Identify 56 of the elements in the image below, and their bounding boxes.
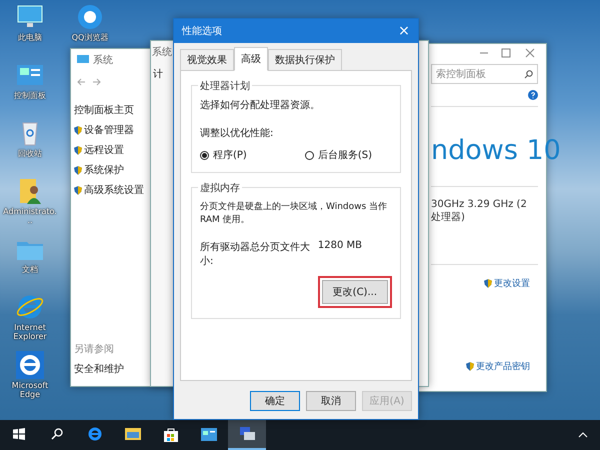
dialog-button[interactable]: 确定 [250, 391, 300, 411]
shield-icon [466, 362, 474, 372]
desktop-icon-label[interactable]: Microsoft Edge [2, 382, 58, 400]
see-also-heading: 另请参阅 [74, 342, 115, 356]
folder-icon [125, 427, 141, 441]
group-legend: 虚拟内存 [198, 181, 242, 195]
windows-logo-icon [13, 428, 25, 440]
browser-icon [75, 2, 105, 32]
sidebar-link[interactable]: 高级系统设置 [84, 183, 144, 197]
description-text: 分页文件是硬盘上的一块区域，Windows 当作 RAM 使用。 [200, 200, 388, 226]
radio-option[interactable]: 程序(P) [200, 148, 247, 162]
shield-icon [74, 126, 82, 134]
desktop-icon-label[interactable]: QQ浏览器 [72, 34, 108, 43]
window-title: 系统 [152, 46, 172, 59]
dialog-button[interactable]: 取消 [306, 391, 356, 411]
edge-browser-icon [88, 427, 102, 441]
processor-info: 30GHz 3.29 GHz (2 处理器) [431, 199, 528, 224]
radio-button[interactable] [304, 150, 314, 160]
search-field[interactable]: 索控制面板 [431, 64, 538, 84]
shopping-bag-icon [164, 426, 178, 442]
shield-icon [74, 186, 82, 194]
search-icon [51, 428, 63, 440]
prompt-text: 调整以优化性能: [200, 126, 274, 140]
radio-button[interactable] [200, 150, 209, 160]
shield-icon [484, 279, 492, 288]
tab[interactable]: 高级 [234, 47, 268, 71]
tab[interactable]: 数据执行保护 [268, 49, 342, 71]
address-text: 计 [153, 68, 163, 81]
description-text: 选择如何分配处理器资源。 [200, 98, 321, 112]
tab[interactable]: 视觉效果 [180, 49, 234, 71]
settings-link[interactable]: 更改产品密钥 [476, 360, 530, 374]
control-panel-icon [201, 428, 217, 440]
sidebar-link[interactable]: 设备管理器 [84, 123, 134, 137]
settings-link[interactable]: 更改设置 [494, 277, 530, 290]
monitor-icon [77, 55, 89, 65]
size-label: 所有驱动器总分页文件大小: [200, 240, 311, 268]
desktop-icon-label[interactable]: Internet Explorer [2, 324, 58, 342]
search-icon [524, 70, 533, 78]
close-button[interactable]: × [390, 19, 418, 43]
size-value: 1280 MB [318, 240, 362, 253]
group-legend: 处理器计划 [198, 79, 252, 93]
sidebar-link[interactable]: 系统保护 [84, 163, 124, 177]
radio-option[interactable]: 后台服务(S) [304, 148, 372, 162]
edge-browser-icon [15, 350, 45, 380]
shield-icon [74, 166, 82, 174]
help-icon[interactable] [528, 90, 538, 100]
sidebar-link[interactable]: 远程设置 [84, 143, 124, 157]
computer-icon [239, 427, 255, 441]
chevron-up-icon[interactable] [578, 432, 588, 438]
shield-icon [74, 146, 82, 154]
change-button[interactable]: 更改(C)... [322, 280, 388, 304]
back-forward-arrows-icon [77, 78, 101, 86]
dialog-title: 性能选项 [182, 24, 222, 38]
taskbar-button[interactable] [228, 420, 266, 450]
desktop-icon-label[interactable]: 此电脑 [18, 34, 42, 43]
window-title: 系统 [93, 54, 113, 67]
